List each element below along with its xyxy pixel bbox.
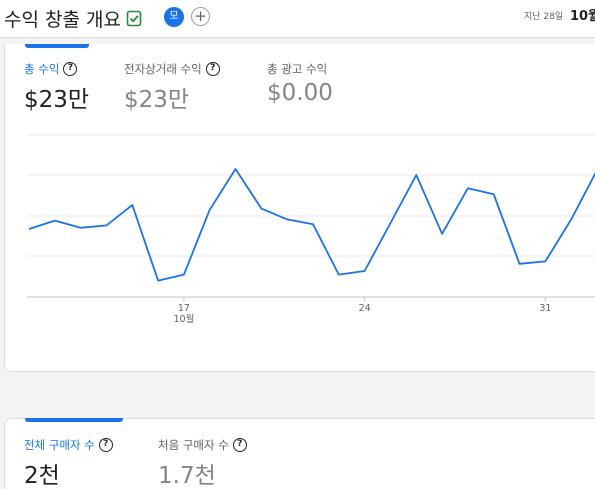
- metric-first-time-purchasers[interactable]: 처음 구매자 수 ? 1.7천: [158, 437, 247, 489]
- page-title: 수익 창출 개요: [4, 9, 121, 31]
- metric-value: 1.7천: [158, 463, 216, 489]
- chart-series-line: [28, 168, 595, 282]
- revenue-line-chart: 1710월 24 31: [27, 134, 595, 325]
- help-icon[interactable]: ?: [232, 438, 247, 452]
- metric-label: 처음 구매자 수: [158, 438, 229, 452]
- help-icon[interactable]: ?: [98, 438, 113, 452]
- revenue-card: 총 수익 ? $23만 전자상거래 수익 ? $23만 총 광고 수익 $0.0…: [4, 44, 595, 372]
- date-range-value[interactable]: 10월: [570, 5, 595, 24]
- metric-label: 전체 구매자 수: [24, 438, 95, 452]
- add-comparison-button[interactable]: +: [191, 7, 210, 26]
- selected-metric-indicator: [25, 418, 123, 422]
- top-bar: 수익 창출 개요 모 + 지난 28일 10월: [0, 0, 595, 38]
- x-tick-label: 24: [359, 303, 371, 314]
- x-tick-label: 31: [539, 303, 551, 314]
- metric-value: 2천: [24, 463, 60, 489]
- x-tick-label: 17: [178, 303, 190, 314]
- metric-total-purchasers[interactable]: 전체 구매자 수 ? 2천: [24, 437, 113, 489]
- x-tick-month-label: 10월: [173, 313, 194, 325]
- verified-check-icon[interactable]: [126, 10, 143, 27]
- date-range-prefix[interactable]: 지난 28일: [524, 9, 563, 22]
- purchasers-card: 전체 구매자 수 ? 2천 처음 구매자 수 ? 1.7천: [4, 418, 595, 489]
- avatar[interactable]: 모: [164, 7, 184, 27]
